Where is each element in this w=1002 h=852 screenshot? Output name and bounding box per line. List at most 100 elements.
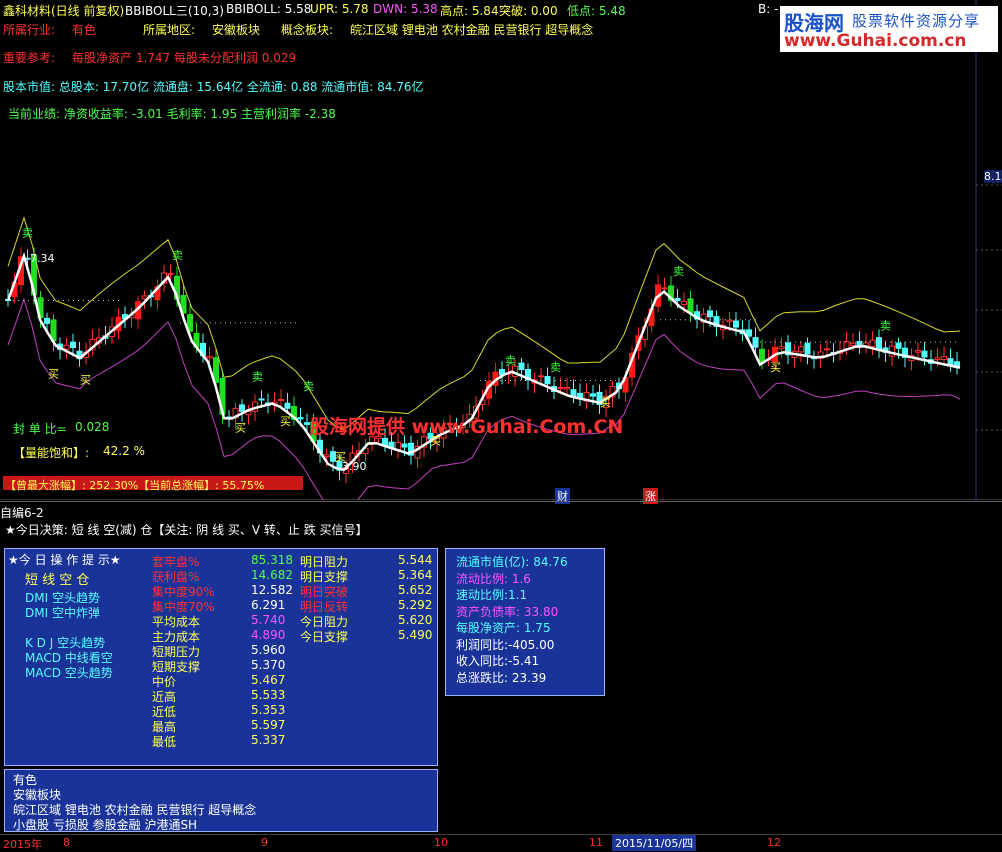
- buy-signal: 买: [770, 361, 781, 374]
- fundamental-panel: 流通市值(亿): 84.76 流动比例: 1.6 速动比例:1.1 资产负债率: 33…: [445, 548, 605, 696]
- low-value: 低点: 5.48: [567, 4, 626, 18]
- candle-body: [284, 402, 291, 409]
- industry-value: 有色: [72, 23, 97, 37]
- level-value: 5.544: [398, 553, 433, 567]
- region-label: 所属地区:: [143, 23, 196, 37]
- level-value: 5.364: [398, 568, 433, 582]
- axis-month-9: 9: [261, 836, 268, 849]
- date-axis: 2015年 8 9 10 11 2015/11/05/四 12: [0, 834, 1002, 851]
- buy-signal: 买: [600, 396, 611, 409]
- ref-label: 重要参考:: [3, 51, 56, 65]
- fund-item: 利润同比:-405.00: [456, 637, 555, 652]
- axis-month-11: 11: [589, 836, 603, 849]
- guhai-logo: 股海网 股票软件资源分享 www.Guhai.com.cn: [780, 6, 998, 52]
- stat-value: 85.318: [251, 553, 293, 567]
- operation-panel: ★今 日 操 作 提 示★ 短 线 空 仓 DMI 空头趋势 DMI 空中炸弹 K …: [4, 548, 438, 766]
- candle-body: [564, 387, 570, 390]
- candle-body: [206, 355, 213, 359]
- axis-month-10: 10: [434, 836, 448, 849]
- candle-body: [798, 346, 804, 353]
- level-value: 5.652: [398, 583, 433, 597]
- ops-title: ★今 日 操 作 提 示★: [8, 553, 121, 567]
- price-low-label: 3.90: [342, 460, 367, 473]
- candle-body: [141, 295, 148, 300]
- level-value: 5.292: [398, 598, 433, 612]
- stat-value: 4.890: [251, 628, 286, 642]
- axis-year: 2015年: [3, 838, 42, 851]
- candle-body: [63, 344, 70, 350]
- candle-body: [304, 422, 310, 425]
- candle-body: [895, 342, 902, 349]
- sell-signal: 卖: [172, 249, 183, 262]
- fund-item: 每股净资产: 1.75: [456, 621, 551, 635]
- candle-body: [869, 339, 876, 348]
- candle-body: [733, 320, 739, 328]
- capital-line: 股本市值: 总股本: 17.70亿 流通盘: 15.64亿 全流通: 0.88 …: [3, 80, 424, 94]
- candle-body: [687, 298, 694, 314]
- candle-body: [941, 356, 947, 360]
- candle-body: [921, 350, 928, 358]
- stat-value: 5.337: [251, 733, 286, 747]
- stat-value: 5.353: [251, 703, 286, 717]
- signal-item: MACD 空头趋势: [25, 666, 113, 680]
- candle-body: [590, 393, 596, 397]
- concept-value: 皖江区域 锂电池 农村金融 民营银行 超导概念: [350, 23, 594, 37]
- dwn-value: DWN: 5.38: [373, 2, 438, 16]
- fund-item: 流动比例: 1.6: [456, 571, 531, 586]
- tag-line: 小盘股 亏损股 参股金融 沪港通SH: [13, 818, 198, 832]
- bbiboll-value: BBIBOLL: 5.58: [226, 2, 312, 16]
- decision-line: ★今日决策: 短 线 空(减) 仓【关注: 阴 线 买、V 转、止 跌 买信号】: [5, 523, 368, 537]
- candle-body: [850, 342, 856, 346]
- sell-signal: 卖: [252, 370, 263, 383]
- tag-panel: 有色 安徽板块 皖江区域 锂电池 农村金融 民营银行 超导概念 小盘股 亏损股 参股金…: [4, 769, 438, 832]
- candle-body: [258, 398, 265, 401]
- volume-label: 【量能饱和】:: [13, 446, 90, 460]
- stat-value: 6.291: [251, 598, 286, 612]
- candle-body: [538, 375, 544, 378]
- candle-body: [707, 310, 713, 318]
- level-value: 5.620: [398, 613, 433, 627]
- stat-value: 5.597: [251, 718, 286, 732]
- candle-body: [681, 300, 687, 305]
- candle-body: [278, 398, 284, 401]
- sell-signal: 卖: [550, 361, 561, 374]
- axis-month-8: 8: [63, 836, 70, 849]
- max-rise-text: 【曾最大涨幅】: 252.30%【当前总涨幅】: 55.75%: [5, 479, 265, 492]
- seal-ratio-label: 封 单 比=: [13, 422, 67, 436]
- logo-tagline: 股票软件资源分享: [852, 12, 981, 30]
- right-axis-label: 8.1: [984, 170, 1002, 183]
- stat-value: 5.533: [251, 688, 286, 702]
- price-high-label: 7.34: [30, 252, 55, 265]
- candle-body: [167, 272, 174, 275]
- candle-body: [297, 417, 304, 420]
- volume-value: 42.2 %: [103, 444, 145, 458]
- level-label: 今日支撑: [300, 630, 349, 644]
- candle-body: [915, 349, 921, 353]
- candle-body: [239, 404, 245, 412]
- seal-ratio-value: 0.028: [75, 420, 110, 434]
- stat-value: 5.960: [251, 643, 286, 657]
- logo-url: www.Guhai.com.cn: [784, 31, 967, 51]
- candle-body: [934, 357, 941, 361]
- fund-item: 收入同比:-5.41: [456, 654, 540, 668]
- candle-body: [323, 454, 330, 457]
- candle-body: [726, 319, 733, 323]
- buy-signal: 买: [235, 422, 246, 435]
- candle-body: [876, 337, 882, 350]
- breakout-value: 突破: 0.00: [499, 4, 558, 18]
- candle-body: [746, 329, 752, 337]
- concept-label: 概念板块:: [281, 23, 334, 37]
- sell-signal: 卖: [505, 354, 516, 367]
- fund-item: 流通市值(亿): 84.76: [456, 555, 568, 569]
- candle-body: [401, 443, 408, 448]
- stat-value: 5.467: [251, 673, 286, 687]
- stat-value: 12.582: [251, 583, 293, 597]
- fund-item: 总涨跌比: 23.39: [456, 670, 547, 685]
- stat-label: 最低: [152, 735, 177, 749]
- signal-item: DMI 空中炸弹: [25, 606, 100, 620]
- performance-line: 当前业绩: 净资收益率: -3.01 毛利率: 1.95 主营利润率 -2.38: [8, 107, 336, 121]
- industry-label: 所属行业:: [3, 23, 56, 37]
- fund-item: 速动比例:1.1: [456, 588, 528, 602]
- fund-item: 资产负债率: 33.80: [456, 604, 559, 619]
- stat-value: 5.370: [251, 658, 286, 672]
